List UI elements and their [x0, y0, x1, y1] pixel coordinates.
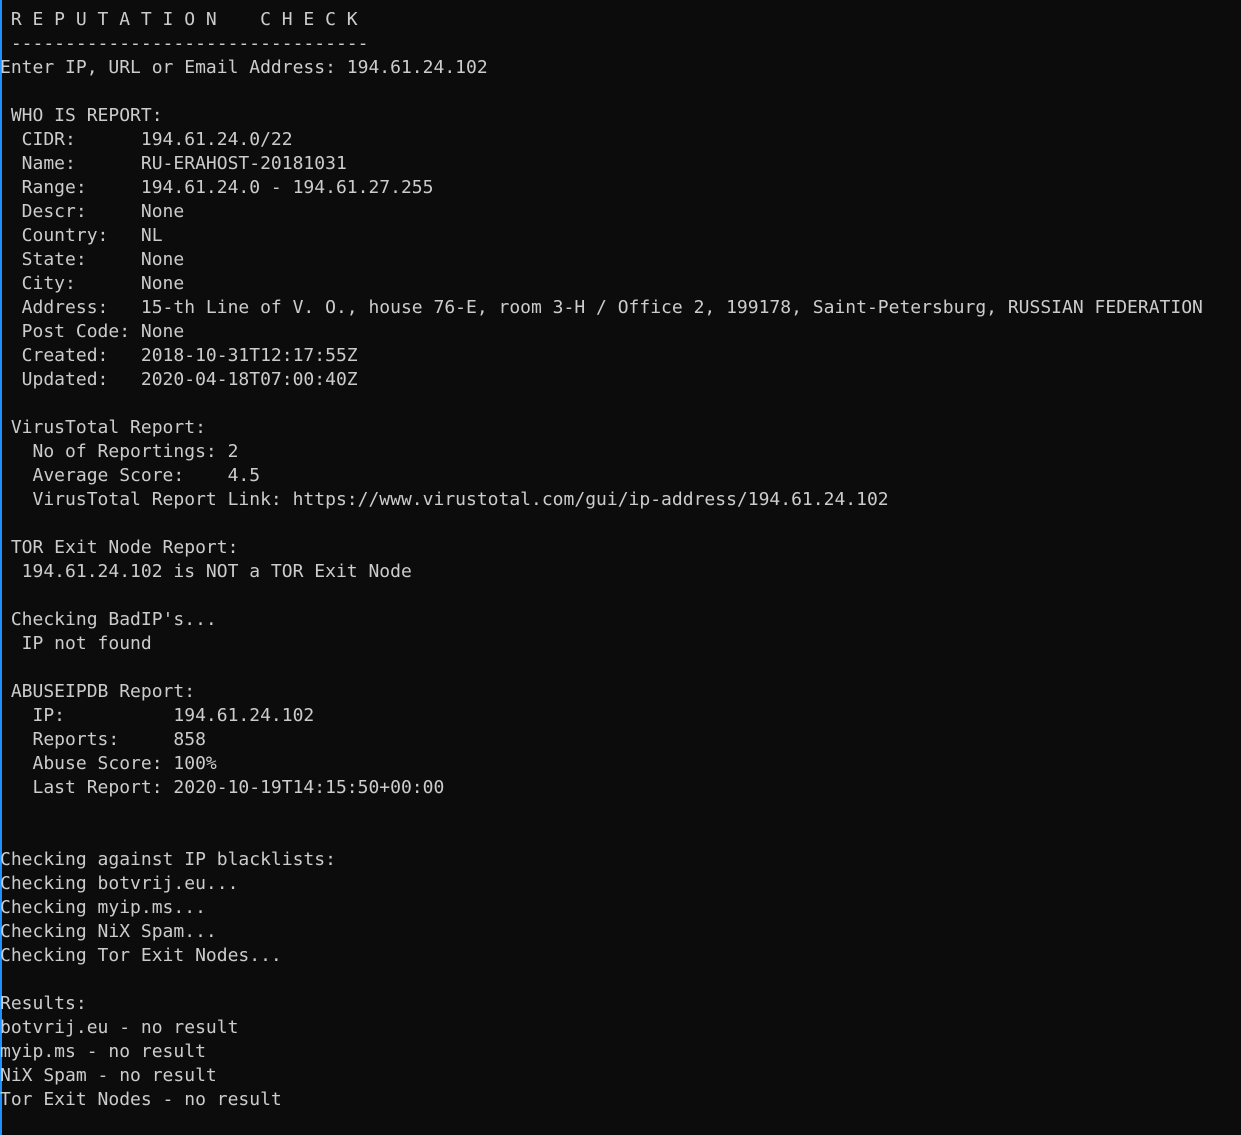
- result-nixspam: NiX Spam - no result: [0, 1065, 217, 1086]
- whois-post-code: Post Code: None: [0, 321, 185, 342]
- virustotal-reportings: No of Reportings: 2: [0, 441, 239, 462]
- banner-top-rule: ---------------------------------: [0, 0, 369, 8]
- virustotal-report-link[interactable]: VirusTotal Report Link: https://www.viru…: [0, 488, 889, 512]
- result-tor: Tor Exit Nodes - no result: [0, 1089, 282, 1110]
- whois-name: Name: RU-ERAHOST-20181031: [0, 153, 347, 174]
- badip-heading: Checking BadIP's...: [0, 609, 217, 630]
- blacklist-heading: Checking against IP blacklists:: [0, 849, 336, 870]
- abuseipdb-ip: IP: 194.61.24.102: [0, 705, 315, 726]
- abuseipdb-abuse-score: Abuse Score: 100%: [0, 753, 217, 774]
- whois-state: State: None: [0, 249, 185, 270]
- banner-title: R E P U T A T I O N C H E C K: [0, 9, 358, 30]
- whois-range: Range: 194.61.24.0 - 194.61.27.255: [0, 177, 434, 198]
- blacklist-check-tor: Checking Tor Exit Nodes...: [0, 945, 282, 966]
- blacklist-check-myip: Checking myip.ms...: [0, 897, 206, 918]
- whois-address: Address: 15-th Line of V. O., house 76-E…: [0, 297, 1203, 318]
- badip-result: IP not found: [0, 633, 152, 654]
- whois-city: City: None: [0, 273, 185, 294]
- banner-bottom-rule: ---------------------------------: [0, 33, 369, 54]
- whois-updated: Updated: 2020-04-18T07:00:40Z: [0, 369, 358, 390]
- whois-descr: Descr: None: [0, 201, 185, 222]
- whois-cidr: CIDR: 194.61.24.0/22: [0, 129, 293, 150]
- whois-heading: WHO IS REPORT:: [0, 105, 163, 126]
- blacklist-check-botvrij: Checking botvrij.eu...: [0, 873, 239, 894]
- result-botvrij: botvrij.eu - no result: [0, 1017, 239, 1038]
- abuseipdb-heading: ABUSEIPDB Report:: [0, 681, 196, 702]
- abuseipdb-last-report: Last Report: 2020-10-19T14:15:50+00:00: [0, 777, 445, 798]
- tor-heading: TOR Exit Node Report:: [0, 537, 239, 558]
- whois-country: Country: NL: [0, 225, 163, 246]
- blacklist-check-nixspam: Checking NiX Spam...: [0, 921, 217, 942]
- result-myip: myip.ms - no result: [0, 1041, 206, 1062]
- results-heading: Results:: [0, 993, 87, 1014]
- input-prompt-line[interactable]: Enter IP, URL or Email Address: 194.61.2…: [0, 56, 488, 80]
- whois-created: Created: 2018-10-31T12:17:55Z: [0, 345, 358, 366]
- virustotal-average-score: Average Score: 4.5: [0, 465, 261, 486]
- abuseipdb-reports: Reports: 858: [0, 729, 206, 750]
- tor-result: 194.61.24.102 is NOT a TOR Exit Node: [0, 561, 412, 582]
- virustotal-heading: VirusTotal Report:: [0, 417, 206, 438]
- terminal-window[interactable]: --------------------------------- R E P …: [0, 0, 1241, 1135]
